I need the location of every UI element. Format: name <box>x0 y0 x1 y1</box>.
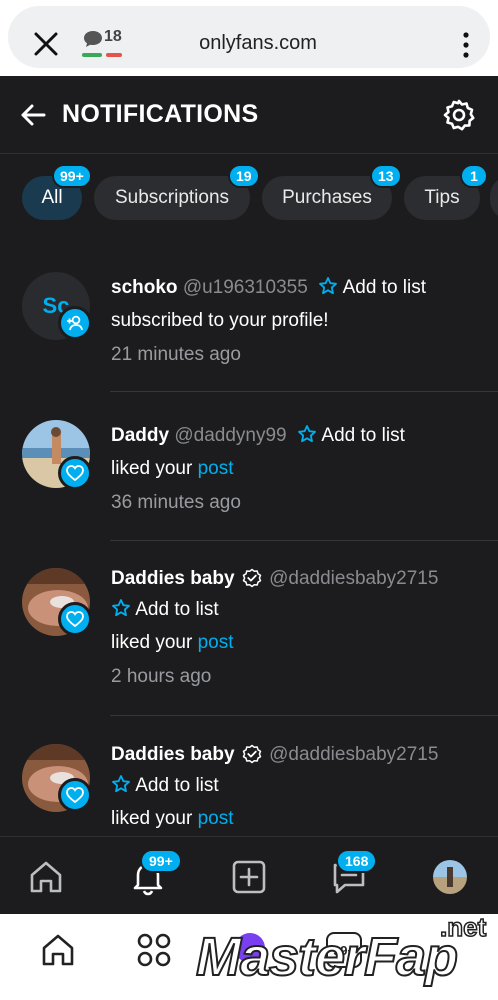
notification-item[interactable]: Sc schoko @u196310355 Add to list subscr… <box>0 256 498 392</box>
tab-purchases[interactable]: Purchases 13 <box>262 164 402 220</box>
profile-avatar-icon[interactable] <box>430 857 470 897</box>
tab-badge: 99+ <box>52 164 92 188</box>
page-title: NOTIFICATIONS <box>62 100 259 128</box>
tab-all[interactable]: All 99+ <box>22 164 92 220</box>
messages-badge: 168 <box>336 849 378 873</box>
divider <box>110 391 498 392</box>
chat-indicator[interactable]: 18 <box>80 28 128 60</box>
add-to-list-link[interactable]: Add to list <box>321 425 404 446</box>
notification-message: liked your post <box>111 458 234 480</box>
app-screen: NOTIFICATIONS All 99+ Subscriptions 19 P… <box>0 76 498 914</box>
heart-icon <box>66 465 84 482</box>
avatar[interactable] <box>22 744 92 812</box>
apps-grid-icon[interactable] <box>134 930 174 970</box>
bottom-navigation: 99+ 168 <box>0 836 498 914</box>
notification-time: 21 minutes ago <box>111 344 241 365</box>
tab-more[interactable] <box>490 176 498 220</box>
like-badge <box>58 456 92 490</box>
heart-icon <box>66 611 84 628</box>
notification-header: Daddies baby @daddiesbaby2715 <box>111 568 438 590</box>
tab-label: All <box>41 187 63 208</box>
user-handle[interactable]: @daddiesbaby2715 <box>269 568 438 589</box>
divider <box>110 715 498 716</box>
more-options-icon[interactable] <box>456 30 476 60</box>
notification-message: liked your post <box>111 808 234 830</box>
chat-bubble-icon <box>84 31 102 47</box>
heart-icon <box>66 787 84 804</box>
user-name[interactable]: Daddies baby <box>111 744 235 765</box>
gear-icon[interactable] <box>442 98 476 132</box>
star-icon[interactable] <box>318 276 338 296</box>
tab-badge: 13 <box>370 164 402 188</box>
tab-subscriptions[interactable]: Subscriptions 19 <box>94 164 260 220</box>
browser-toolbar: 18 onlyfans.com <box>0 0 498 76</box>
home-icon[interactable] <box>26 857 66 897</box>
message-text: liked your <box>111 458 193 479</box>
avatar[interactable] <box>22 420 92 490</box>
post-link[interactable]: post <box>198 458 234 479</box>
star-icon[interactable] <box>111 598 131 618</box>
star-icon[interactable] <box>111 774 131 794</box>
tab-tips[interactable]: Tips 1 <box>404 164 488 220</box>
avatar[interactable] <box>22 568 92 636</box>
notification-item[interactable]: Daddy @daddyny99 Add to list liked your … <box>0 406 498 540</box>
notification-header: schoko @u196310355 Add to list <box>111 276 426 299</box>
watermark-suffix: .net <box>439 911 487 943</box>
user-name[interactable]: Daddy <box>111 425 169 446</box>
add-to-list-link[interactable]: Add to list <box>135 599 218 620</box>
watermark: MasterFap .net <box>190 911 498 1000</box>
verified-icon <box>242 744 262 764</box>
post-link[interactable]: post <box>198 808 234 829</box>
verified-icon <box>242 568 262 588</box>
add-to-list-link[interactable]: Add to list <box>135 775 218 796</box>
notification-message: subscribed to your profile! <box>111 310 329 331</box>
message-text: liked your <box>111 808 193 829</box>
notification-message: liked your post <box>111 632 234 654</box>
add-to-list-row: Add to list <box>111 598 219 621</box>
home-icon[interactable] <box>38 930 78 970</box>
watermark-text: MasterFap <box>195 926 459 988</box>
avatar[interactable]: Sc <box>22 272 92 340</box>
tab-label: Subscriptions <box>114 187 230 208</box>
url-text[interactable]: onlyfans.com <box>178 32 338 55</box>
user-handle[interactable]: @daddyny99 <box>174 425 286 446</box>
tab-badge: 1 <box>460 164 488 188</box>
divider <box>110 540 498 541</box>
notifications-badge: 99+ <box>140 849 182 873</box>
back-arrow-icon[interactable] <box>18 100 48 130</box>
notification-item[interactable]: Daddies baby @daddiesbaby2715 Add to lis… <box>0 552 498 714</box>
post-link[interactable]: post <box>198 632 234 653</box>
user-name[interactable]: schoko <box>111 277 178 298</box>
star-icon[interactable] <box>297 424 317 444</box>
message-text: liked your <box>111 632 193 653</box>
tab-badge: 19 <box>228 164 260 188</box>
tab-label: Tips <box>424 187 460 208</box>
chat-count: 18 <box>104 28 122 45</box>
notification-item[interactable]: Daddies baby @daddiesbaby2715 Add to lis… <box>0 728 498 838</box>
red-indicator <box>106 53 122 57</box>
notification-time: 2 hours ago <box>111 666 212 687</box>
subscribe-badge <box>58 306 92 340</box>
close-icon[interactable] <box>30 28 62 60</box>
notification-time: 36 minutes ago <box>111 492 241 513</box>
like-badge <box>58 778 92 812</box>
green-indicator <box>82 53 102 57</box>
user-handle[interactable]: @daddiesbaby2715 <box>269 744 438 765</box>
user-name[interactable]: Daddies baby <box>111 568 235 589</box>
notification-header: Daddy @daddyny99 Add to list <box>111 424 405 447</box>
user-handle[interactable]: @u196310355 <box>183 277 308 298</box>
add-to-list-row: Add to list <box>111 774 219 797</box>
user-plus-icon <box>67 315 83 331</box>
tab-label: Purchases <box>282 187 372 208</box>
notification-header: Daddies baby @daddiesbaby2715 <box>111 744 438 766</box>
add-post-icon[interactable] <box>229 857 269 897</box>
add-to-list-link[interactable]: Add to list <box>343 277 426 298</box>
filter-tabs: All 99+ Subscriptions 19 Purchases 13 Ti… <box>0 164 498 226</box>
page-header: NOTIFICATIONS <box>0 76 498 154</box>
url-bar[interactable]: 18 onlyfans.com <box>8 6 490 68</box>
like-badge <box>58 602 92 636</box>
